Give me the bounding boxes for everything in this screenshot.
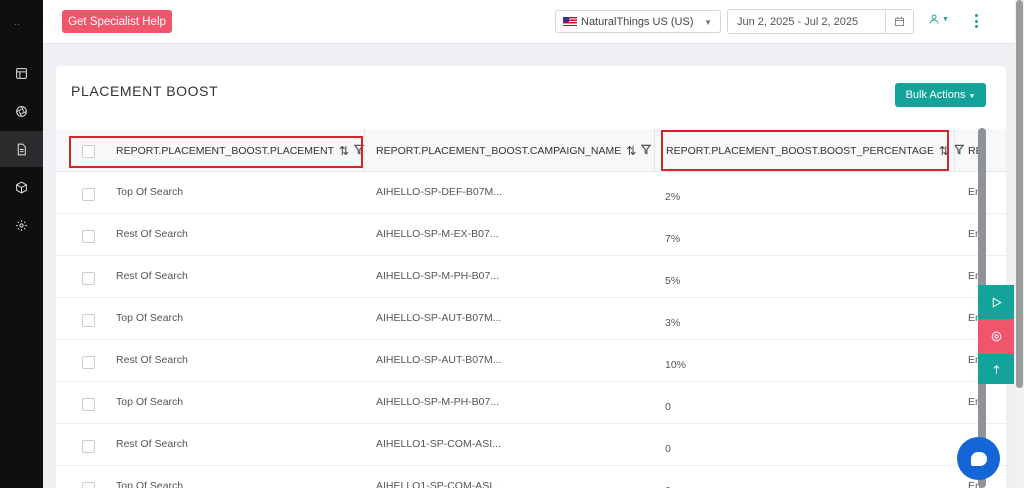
box-icon xyxy=(16,181,27,193)
row-checkbox[interactable] xyxy=(82,356,95,369)
sidebar-item-products[interactable] xyxy=(0,169,43,205)
more-options-icon[interactable] xyxy=(973,14,979,28)
campaign-name-cell: AIHELLO-SP-AUT-B07M... xyxy=(376,354,502,366)
table-row[interactable]: Rest Of Search AIHELLO-SP-M-EX-B07... 7%… xyxy=(56,214,1006,256)
sort-icon[interactable]: ⇅ xyxy=(626,144,636,158)
us-flag-icon xyxy=(563,17,577,26)
placement-cell: Top Of Search xyxy=(116,312,184,324)
date-range-value: Jun 2, 2025 - Jul 2, 2025 xyxy=(737,16,859,28)
sidebar-item-reports[interactable] xyxy=(0,131,43,167)
highlight-box-placement xyxy=(69,136,363,168)
page-scrollbar[interactable] xyxy=(1015,0,1024,488)
floating-settings-button[interactable] xyxy=(978,319,1014,354)
placement-cell: Top Of Search xyxy=(116,396,184,408)
column-label: REPORT.PLACEMENT_BOOST.CAMPAIGN_NAME xyxy=(376,144,622,157)
campaign-name-cell: AIHELLO-SP-AUT-B07M... xyxy=(376,312,502,324)
placement-cell: Rest Of Search xyxy=(116,228,188,240)
play-icon xyxy=(992,296,1002,308)
placement-cell: Top Of Search xyxy=(116,480,184,488)
table-row[interactable]: Rest Of Search AIHELLO-SP-AUT-B07M... 10… xyxy=(56,340,1006,382)
sidebar-item-campaigns[interactable] xyxy=(0,93,43,129)
campaign-name-cell: AIHELLO-SP-M-PH-B07... xyxy=(376,270,500,282)
row-checkbox[interactable] xyxy=(82,188,95,201)
calendar-button[interactable] xyxy=(885,10,913,33)
boost-percentage-cell: 2% xyxy=(665,191,681,203)
bulk-actions-button[interactable]: Bulk Actions ▼ xyxy=(895,83,986,107)
row-checkbox[interactable] xyxy=(82,230,95,243)
table-row[interactable]: Rest Of Search AIHELLO-SP-M-PH-B07... 5%… xyxy=(56,256,1006,298)
sidebar: ·· xyxy=(0,0,43,488)
placement-cell: Top Of Search xyxy=(116,186,184,198)
row-checkbox[interactable] xyxy=(82,314,95,327)
play-tour-button[interactable] xyxy=(978,285,1014,319)
date-range-picker[interactable]: Jun 2, 2025 - Jul 2, 2025 xyxy=(727,9,914,34)
page-scrollbar-thumb[interactable] xyxy=(1016,0,1023,388)
calendar-icon xyxy=(895,16,904,26)
page-title: PLACEMENT BOOST xyxy=(71,83,219,99)
arrow-up-icon xyxy=(992,364,1000,374)
placement-boost-card: PLACEMENT BOOST Bulk Actions ▼ REPORT.PLA… xyxy=(56,66,1006,488)
row-checkbox[interactable] xyxy=(82,272,95,285)
campaign-name-cell: AIHELLO-SP-M-EX-B07... xyxy=(376,228,499,240)
table-row[interactable]: Top Of Search AIHELLO1-SP-COM-ASI... 0 E… xyxy=(56,466,1006,488)
table-row[interactable]: Top Of Search AIHELLO-SP-AUT-B07M... 3% … xyxy=(56,298,1006,340)
boost-percentage-cell: 7% xyxy=(665,233,681,245)
table-row[interactable]: Top Of Search AIHELLO-SP-M-PH-B07... 0 E… xyxy=(56,382,1006,424)
boost-percentage-cell: 3% xyxy=(665,317,681,329)
get-specialist-help-button[interactable]: Get Specialist Help xyxy=(62,10,172,33)
sidebar-item-dashboard[interactable] xyxy=(0,55,43,91)
marketplace-value: NaturalThings US (US) xyxy=(581,15,694,28)
campaign-name-cell: AIHELLO1-SP-COM-ASI... xyxy=(376,438,501,450)
boost-percentage-cell: 0 xyxy=(665,401,671,413)
campaign-name-cell: AIHELLO-SP-M-PH-B07... xyxy=(376,396,500,408)
row-checkbox[interactable] xyxy=(82,482,95,488)
document-icon xyxy=(17,143,26,155)
scroll-to-top-button[interactable] xyxy=(978,354,1014,384)
sidebar-item-settings[interactable] xyxy=(0,207,43,243)
row-checkbox[interactable] xyxy=(82,440,95,453)
placement-cell: Rest Of Search xyxy=(116,354,188,366)
gear-icon xyxy=(991,331,1001,342)
boost-percentage-cell: 5% xyxy=(665,275,681,287)
top-header: Get Specialist Help NaturalThings US (US… xyxy=(43,0,1019,44)
filter-icon[interactable] xyxy=(953,144,965,158)
boost-percentage-cell: 0 xyxy=(665,443,671,455)
chat-bubble-icon xyxy=(970,451,987,466)
row-checkbox[interactable] xyxy=(82,398,95,411)
sidebar-handle: ·· xyxy=(14,19,20,29)
chevron-down-icon: ▼ xyxy=(704,18,712,27)
campaign-name-cell: AIHELLO1-SP-COM-ASI... xyxy=(376,480,501,488)
highlight-box-boost-percentage xyxy=(661,130,949,171)
marketplace-select[interactable]: NaturalThings US (US) ▼ xyxy=(555,10,721,33)
bulk-actions-label: Bulk Actions xyxy=(905,89,966,101)
table-row[interactable]: Top Of Search AIHELLO-SP-DEF-B07M... 2% … xyxy=(56,172,1006,214)
table-row[interactable]: Rest Of Search AIHELLO1-SP-COM-ASI... 0 … xyxy=(56,424,1006,466)
user-menu[interactable]: ▼ xyxy=(928,13,949,25)
chat-button[interactable] xyxy=(957,437,1000,480)
aperture-icon xyxy=(16,105,27,117)
layout-icon xyxy=(16,67,27,79)
column-header-campaign-name[interactable]: REPORT.PLACEMENT_BOOST.CAMPAIGN_NAME ⇅ xyxy=(376,129,652,172)
user-icon xyxy=(929,14,939,24)
placement-cell: Rest Of Search xyxy=(116,438,188,450)
boost-percentage-cell: 10% xyxy=(665,359,687,371)
campaign-name-cell: AIHELLO-SP-DEF-B07M... xyxy=(376,186,503,198)
settings-icon xyxy=(16,219,27,231)
filter-icon[interactable] xyxy=(641,144,652,158)
placement-cell: Rest Of Search xyxy=(116,270,188,282)
caret-down-icon: ▼ xyxy=(968,93,976,100)
caret-down-icon: ▼ xyxy=(942,15,949,23)
